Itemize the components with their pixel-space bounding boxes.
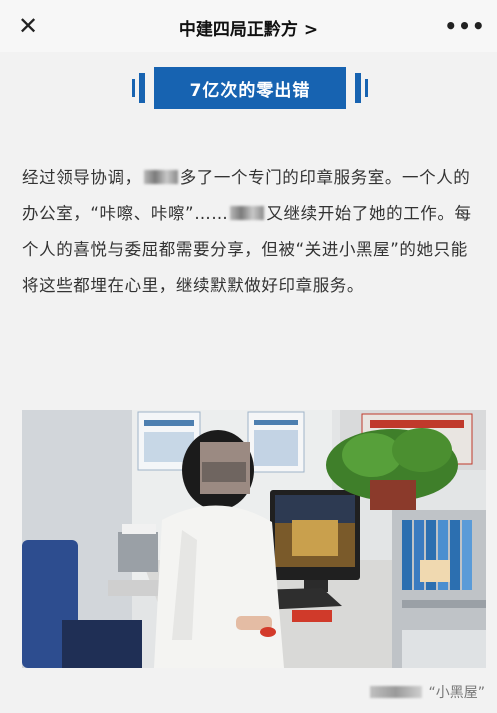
redacted-caption-part: [370, 686, 423, 698]
banner-right-bar-inner: [355, 73, 361, 103]
banner-left-bar-outer: [132, 79, 135, 97]
banner-left-bar-inner: [139, 73, 145, 103]
account-title[interactable]: 中建四局正黔方 >: [0, 15, 497, 40]
banner-title: 7亿次的零出错: [154, 67, 346, 109]
article-paragraph: 经过领导协调， 多了一个专门的印章服务室。一个人的办公室，“咔嚓、咔嚓”…… 又继续…: [22, 160, 477, 304]
top-bar: ✕ 中建四局正黔方 > •••: [0, 0, 497, 52]
office-photo: [22, 410, 486, 668]
section-banner: 7亿次的零出错: [132, 67, 368, 109]
banner-right-bar-outer: [365, 79, 368, 97]
photo-caption-text: “小黑屋”: [428, 685, 485, 701]
office-photo-illustration: [22, 410, 486, 668]
paragraph-part-1: 经过领导协调，: [22, 168, 142, 187]
redacted-name: [230, 206, 265, 220]
photo-caption: “小黑屋”: [370, 682, 485, 702]
more-dots-icon[interactable]: •••: [444, 12, 484, 40]
redacted-name: [143, 170, 178, 184]
